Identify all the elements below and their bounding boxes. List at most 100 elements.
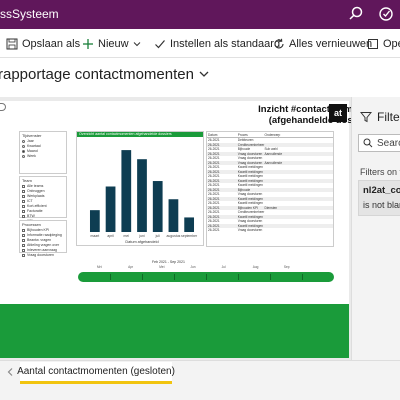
- checkbox[interactable]: [22, 243, 25, 247]
- filter-option[interactable]: Kort-efficient: [22, 204, 64, 208]
- radio-button[interactable]: [22, 144, 25, 148]
- table-cell: Kwartil meldingen: [237, 196, 263, 201]
- filter-option-label: Beantw. vragen: [27, 238, 52, 242]
- timeline-months: Mrt Apr Mei Jun Jul Aug Sep: [97, 265, 315, 270]
- table-cell: 26-2021: [208, 169, 220, 174]
- filter-card[interactable]: nl2at_com is not blank: [358, 180, 400, 216]
- search-icon[interactable]: [347, 5, 365, 23]
- checkbox[interactable]: [22, 253, 25, 257]
- checkbox[interactable]: [22, 248, 25, 252]
- radio-button[interactable]: [22, 149, 25, 153]
- x-tick-label: september: [181, 234, 198, 238]
- checkbox[interactable]: [22, 209, 25, 213]
- filter-option[interactable]: Maand: [22, 149, 64, 153]
- filter-option[interactable]: Informatie raadpleging: [22, 233, 64, 237]
- column-header[interactable]: Datum: [208, 133, 238, 137]
- table-cell: Debiteuren: [237, 138, 254, 143]
- refresh-all-button[interactable]: Alles vernieuwen: [273, 29, 372, 58]
- chevron-left-icon[interactable]: [6, 367, 14, 377]
- filter-option-label: Maand: [27, 149, 38, 153]
- timeline-month-label: Mei: [159, 265, 165, 269]
- chart-bar[interactable]: [105, 186, 116, 233]
- refresh-all-label: Alles vernieuwen: [289, 37, 373, 50]
- filter-option-label: Werkplaats: [27, 194, 45, 198]
- timeline-month-label: Mrt: [97, 265, 102, 269]
- checkbox[interactable]: [22, 204, 25, 208]
- filter-option-label: Jaar: [27, 139, 34, 143]
- table-cell: 26-2021: [208, 147, 220, 152]
- table-cell: 26-2021: [208, 174, 220, 179]
- table-cell: 26-2021: [208, 214, 220, 219]
- checkbox[interactable]: [22, 233, 25, 237]
- filter-option-label: Kwartaal: [27, 144, 41, 148]
- column-header[interactable]: Onderwerp: [265, 133, 320, 137]
- table-cell: 26-2021: [208, 205, 220, 210]
- table-cell: Vraag doorsturen: [237, 192, 263, 197]
- checkbox[interactable]: [22, 184, 25, 188]
- chart-bar[interactable]: [137, 159, 147, 232]
- checkbox[interactable]: [22, 199, 25, 203]
- x-tick-label: mei: [124, 234, 130, 238]
- save-as-button[interactable]: Opslaan als: [6, 29, 80, 58]
- chart-bar[interactable]: [184, 217, 195, 232]
- chart-bar[interactable]: [121, 150, 132, 232]
- filter-option[interactable]: Afdeling vragen over: [22, 243, 64, 247]
- tab-aantal-contactmomenten[interactable]: Aantal contactmomenten (gesloten): [17, 362, 175, 384]
- filter-option-label: Onbruggen: [27, 189, 45, 193]
- filter-option[interactable]: Jaar: [22, 139, 64, 143]
- filter-option[interactable]: Week: [22, 154, 64, 158]
- new-button[interactable]: Nieuw: [82, 29, 146, 58]
- table-cell: Crediteurenbeheer: [237, 210, 265, 215]
- new-label: Nieuw: [98, 37, 129, 50]
- table-cell: Bijhoude: [237, 147, 251, 152]
- chart-bar[interactable]: [89, 210, 100, 232]
- radio-button[interactable]: [22, 154, 25, 158]
- filter-option[interactable]: BTW: [22, 214, 64, 218]
- table-row[interactable]: 26-2021 Vraag doorsturen: [207, 228, 333, 233]
- filters-pane-header[interactable]: Filters: [360, 110, 400, 124]
- filter-option[interactable]: Facturatie: [22, 209, 64, 213]
- checkbox[interactable]: [22, 194, 25, 198]
- radio-button[interactable]: [22, 139, 25, 143]
- refresh-icon: [274, 38, 284, 48]
- save-icon: [6, 38, 18, 49]
- filter-processen-title: Processen: [22, 222, 41, 227]
- filter-option[interactable]: Bijhouden KPI: [22, 228, 64, 232]
- chart-bar[interactable]: [168, 199, 179, 232]
- filter-option[interactable]: ICT: [22, 199, 64, 203]
- table-cell: 26-2021: [208, 142, 220, 147]
- filter-option[interactable]: Vraag doorsturen: [22, 253, 64, 257]
- timeline-segment-divider: [174, 274, 175, 280]
- set-default-button[interactable]: Instellen als standaard: [154, 29, 280, 58]
- filter-option[interactable]: Inleveren aanvraag: [22, 248, 64, 252]
- checkbox[interactable]: [22, 189, 25, 193]
- app-header: ssSysteem: [0, 0, 400, 29]
- chart-bar[interactable]: [152, 181, 163, 232]
- filter-card-field: nl2at_com: [363, 185, 400, 196]
- filter-search-input[interactable]: Searc: [358, 134, 400, 152]
- filter-option[interactable]: Onbruggen: [22, 189, 64, 193]
- table-cell: 26-2021: [208, 165, 220, 170]
- table-cell: 26-2021: [208, 210, 220, 215]
- checkbox[interactable]: [22, 214, 25, 218]
- filter-option-label: BTW: [27, 214, 35, 218]
- checkbox[interactable]: [22, 238, 25, 242]
- column-header[interactable]: Proces: [238, 133, 265, 137]
- table-cell: 26-2021: [208, 201, 220, 206]
- help-icon[interactable]: [377, 5, 395, 23]
- timeline-month-label: Apr: [128, 265, 134, 269]
- filter-icon: [360, 112, 372, 123]
- open-button[interactable]: Ope: [367, 29, 400, 58]
- table-cell: 26-2021: [208, 178, 220, 183]
- report-title-dropdown[interactable]: rapportage contactmomenten: [0, 66, 210, 83]
- filter-option[interactable]: Alle teams: [22, 184, 64, 188]
- filter-option[interactable]: Werkplaats: [22, 194, 64, 198]
- checkbox[interactable]: [22, 228, 25, 232]
- report-title: rapportage contactmomenten: [0, 66, 194, 83]
- table-cell: 26-2021: [208, 183, 220, 188]
- filter-option[interactable]: Kwartaal: [22, 144, 64, 148]
- table-cell: Sub wahl: [264, 147, 278, 152]
- table-cell: Vraag doorsturen: [237, 156, 263, 161]
- filter-option[interactable]: Beantw. vragen: [22, 238, 64, 242]
- table-cell: 26-2021: [208, 192, 220, 197]
